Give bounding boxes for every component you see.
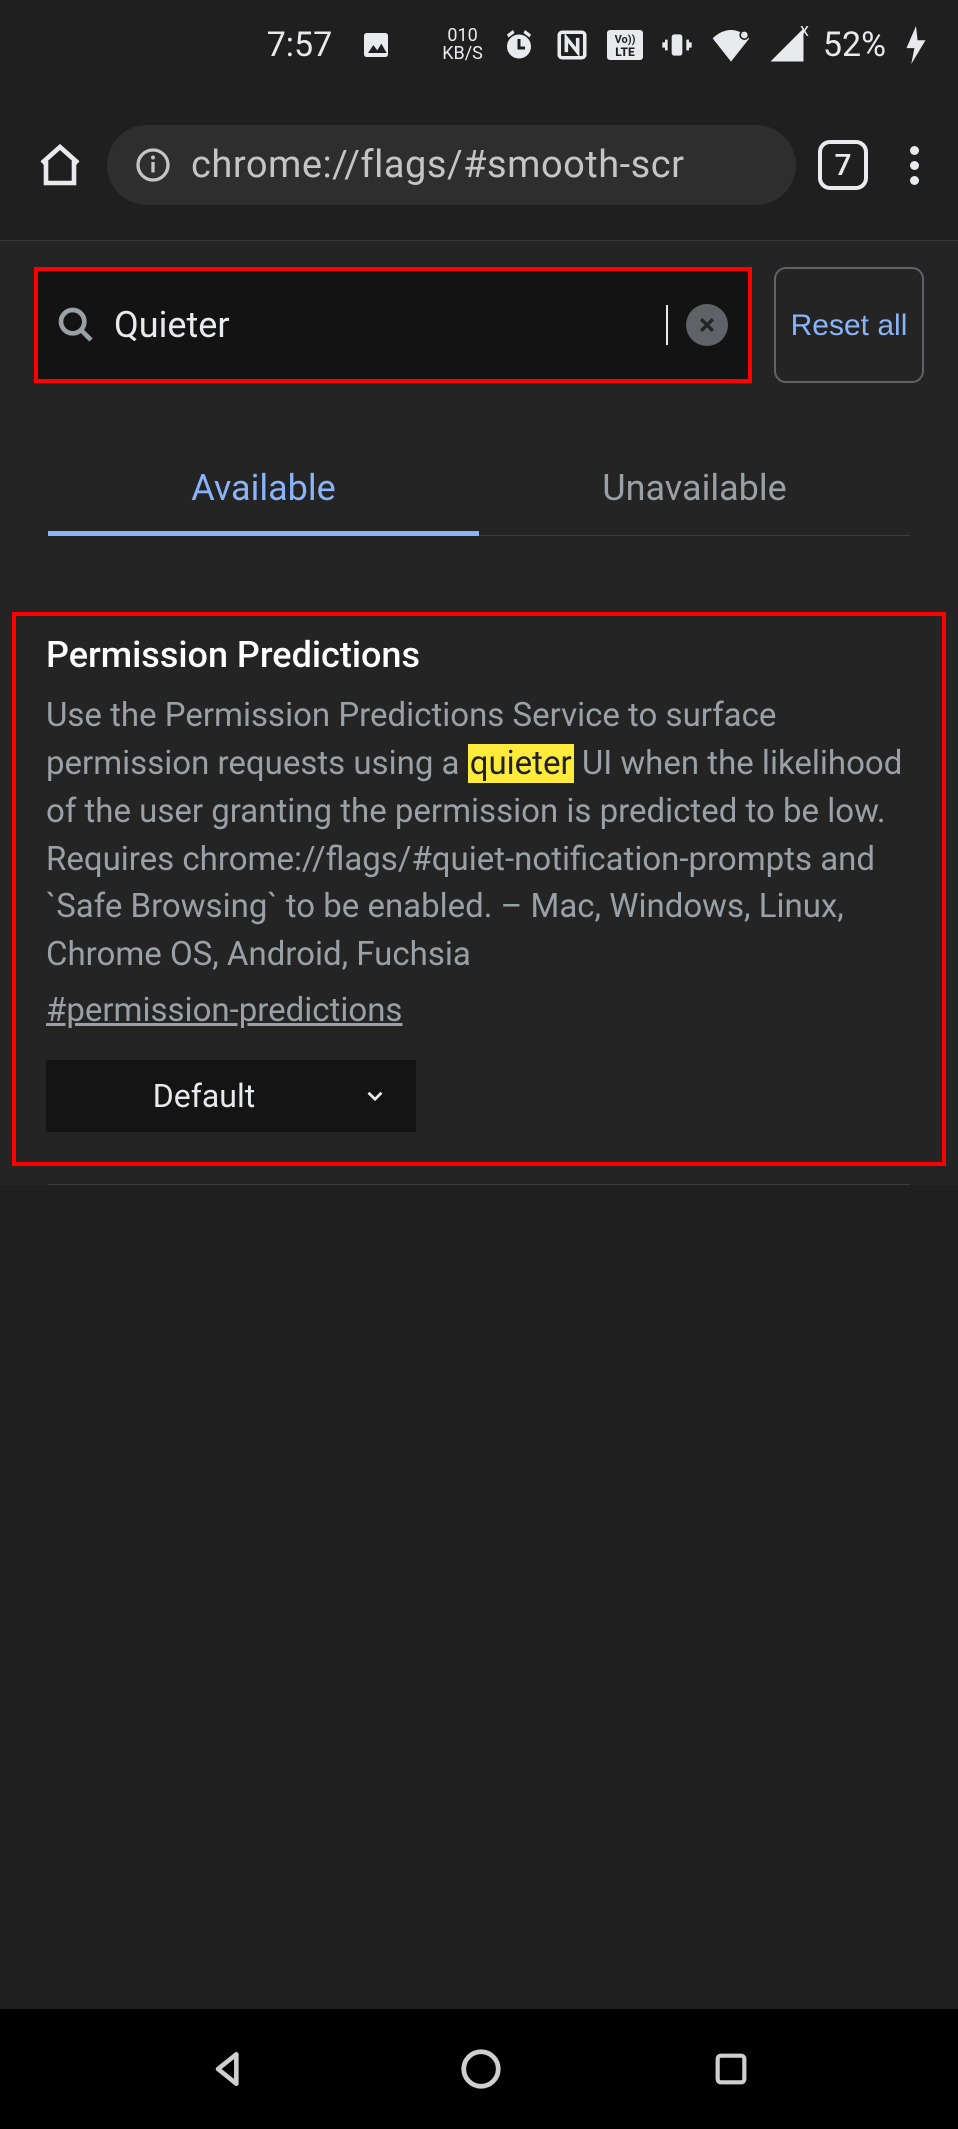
flag-permission-predictions: Permission Predictions Use the Permissio… (12, 612, 946, 1166)
browser-toolbar: chrome://flags/#smooth-scr 7 (0, 90, 958, 240)
network-speed-indicator: 010 KB/S (442, 27, 483, 63)
nfc-icon (555, 28, 589, 62)
flag-state-select[interactable]: Default (46, 1060, 416, 1132)
android-status-bar: 7:57 010 KB/S Vo))LTE x 52% (0, 0, 958, 90)
url-text: chrome://flags/#smooth-scr (191, 143, 685, 187)
reset-all-button[interactable]: Reset all (774, 267, 924, 383)
flag-desc-highlight: quieter (468, 744, 574, 783)
site-info-icon[interactable] (135, 147, 171, 183)
tab-unavailable[interactable]: Unavailable (479, 439, 910, 535)
flags-search-box[interactable] (34, 267, 752, 383)
svg-text:LTE: LTE (615, 45, 635, 59)
signal-icon: x (769, 28, 805, 62)
battery-percentage: 52% (823, 25, 886, 65)
reset-all-label: Reset all (791, 306, 908, 345)
flags-search-input[interactable] (114, 304, 646, 346)
flag-anchor-link[interactable]: #permission-predictions (46, 991, 402, 1030)
clear-search-button[interactable] (686, 304, 728, 346)
nav-back-button[interactable] (207, 2047, 251, 2091)
flag-description: Use the Permission Predictions Service t… (46, 692, 912, 979)
status-time: 7:57 (267, 25, 333, 65)
flag-divider (48, 1184, 910, 1185)
alarm-icon (501, 27, 537, 63)
volte-icon: Vo))LTE (607, 30, 643, 60)
chevron-down-icon (362, 1083, 388, 1109)
wifi-icon (711, 28, 751, 62)
url-bar[interactable]: chrome://flags/#smooth-scr (107, 125, 796, 205)
search-icon (56, 305, 96, 345)
vibrate-icon (661, 29, 693, 61)
tab-available-label: Available (191, 467, 336, 509)
android-navigation-bar (0, 2009, 958, 2129)
flags-list: Permission Predictions Use the Permissio… (0, 536, 958, 1185)
flag-select-value: Default (46, 1077, 362, 1115)
chrome-flags-page: Reset all Available Unavailable Permissi… (0, 240, 958, 1185)
flags-tabs: Available Unavailable (48, 439, 910, 536)
flag-title: Permission Predictions (46, 634, 912, 676)
tab-count: 7 (834, 148, 851, 183)
search-row: Reset all (0, 241, 958, 409)
nav-home-button[interactable] (458, 2046, 504, 2092)
tab-switcher-button[interactable]: 7 (818, 140, 868, 190)
tab-unavailable-label: Unavailable (602, 467, 786, 509)
menu-button[interactable] (890, 141, 938, 189)
tab-available[interactable]: Available (48, 439, 479, 535)
image-icon (360, 29, 392, 61)
home-button[interactable] (35, 140, 85, 190)
nav-recents-button[interactable] (711, 2049, 751, 2089)
charging-icon (904, 26, 928, 64)
text-cursor (666, 305, 668, 345)
